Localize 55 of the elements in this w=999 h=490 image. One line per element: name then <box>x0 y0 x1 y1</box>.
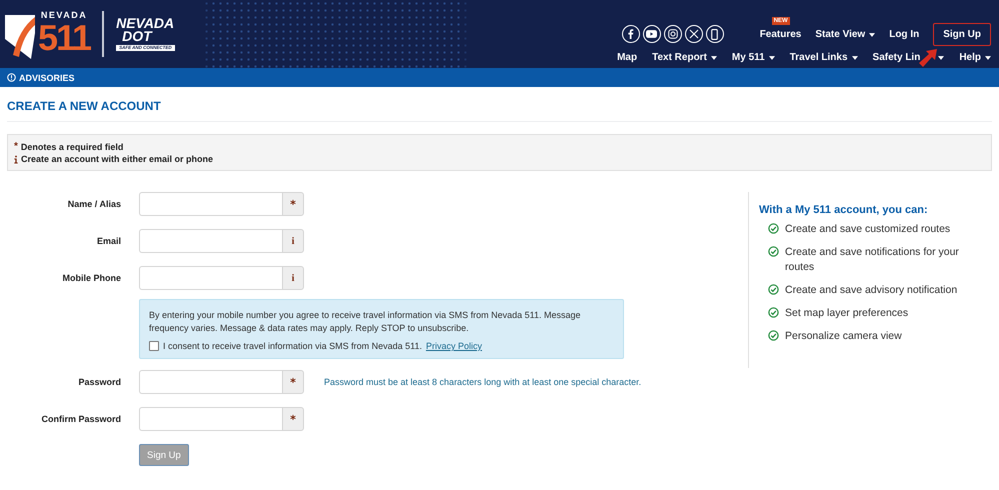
input-field[interactable] <box>139 192 282 216</box>
nav-menu-item[interactable]: Map <box>617 52 638 63</box>
nevada-511-logo[interactable]: NEVADA 511 <box>5 9 90 59</box>
field-label: Mobile Phone <box>62 273 121 283</box>
header-link[interactable]: Log In <box>889 28 920 40</box>
advisories-bar[interactable]: ADVISORIES <box>0 68 999 87</box>
benefit-text: Set map layer preferences <box>785 306 910 321</box>
check-circle-icon <box>768 284 779 295</box>
input-field[interactable] <box>139 266 282 290</box>
note-text: Denotes a required field <box>20 142 124 152</box>
advisories-label: ADVISORIES <box>19 72 75 82</box>
facebook-icon[interactable] <box>622 25 640 43</box>
required-marker: * <box>282 407 304 431</box>
benefit-text: Create and save notifications for your routes <box>785 245 960 275</box>
x-logo-icon[interactable] <box>684 25 703 43</box>
field-label: Name / Alias <box>66 199 121 209</box>
field-label: Password <box>77 377 121 387</box>
alert-icon <box>7 73 16 82</box>
benefit-text: Create and save customized routes <box>785 222 952 237</box>
benefit-text: Create and save advisory notification <box>785 283 958 298</box>
sign-up-link[interactable]: Sign Up <box>933 22 991 46</box>
page-title: CREATE A NEW ACCOUNT <box>7 87 992 122</box>
youtube-icon[interactable] <box>642 25 661 43</box>
instagram-icon[interactable] <box>664 25 682 43</box>
check-circle-icon <box>768 246 779 257</box>
required-marker: * <box>282 192 304 216</box>
privacy-policy-link[interactable]: Privacy Policy <box>426 341 482 351</box>
benefits-title: With a My 511 account, you can: <box>759 204 929 216</box>
field-label: Confirm Password <box>40 414 121 424</box>
phone-icon[interactable] <box>706 25 724 43</box>
check-circle-icon <box>768 330 779 341</box>
info-marker: i <box>282 266 304 290</box>
nav-menu-item[interactable]: My 511 <box>732 52 775 63</box>
benefit-text: Personalize camera view <box>785 329 903 344</box>
input-field[interactable] <box>139 229 282 253</box>
field-label: Email <box>96 236 121 246</box>
state-view-dropdown[interactable]: State View <box>815 28 876 40</box>
nav-menu-item[interactable]: Text Report <box>652 52 717 63</box>
check-circle-icon <box>768 223 779 234</box>
info-marker: i <box>282 229 304 253</box>
check-circle-icon <box>768 307 779 318</box>
info-icon <box>14 154 18 164</box>
nav-menu-item[interactable]: Safety Lin <box>872 52 944 63</box>
note-text: Create an account with either email or phone <box>21 154 214 164</box>
sms-notice-text: By entering your mobile number you agree to receive travel information via SMS from Nevada 511. Message frequency varies. Message & data rates may apply. Reply STOP to unsubscribe. <box>149 309 582 335</box>
asterisk-marker: * <box>14 141 18 152</box>
consent-checkbox[interactable] <box>149 341 159 351</box>
input-field[interactable] <box>139 407 282 431</box>
required-marker: * <box>282 370 304 394</box>
input-field[interactable] <box>139 370 282 394</box>
nav-menu-item[interactable]: Help <box>959 52 991 63</box>
nav-menu-item[interactable]: Travel Links <box>790 52 858 63</box>
caret-icon <box>869 32 876 36</box>
password-hint: Password must be at least 8 characters long with at least one special character. <box>324 377 642 387</box>
consent-label: I consent to receive travel information via SMS from Nevada 511. <box>163 341 422 351</box>
